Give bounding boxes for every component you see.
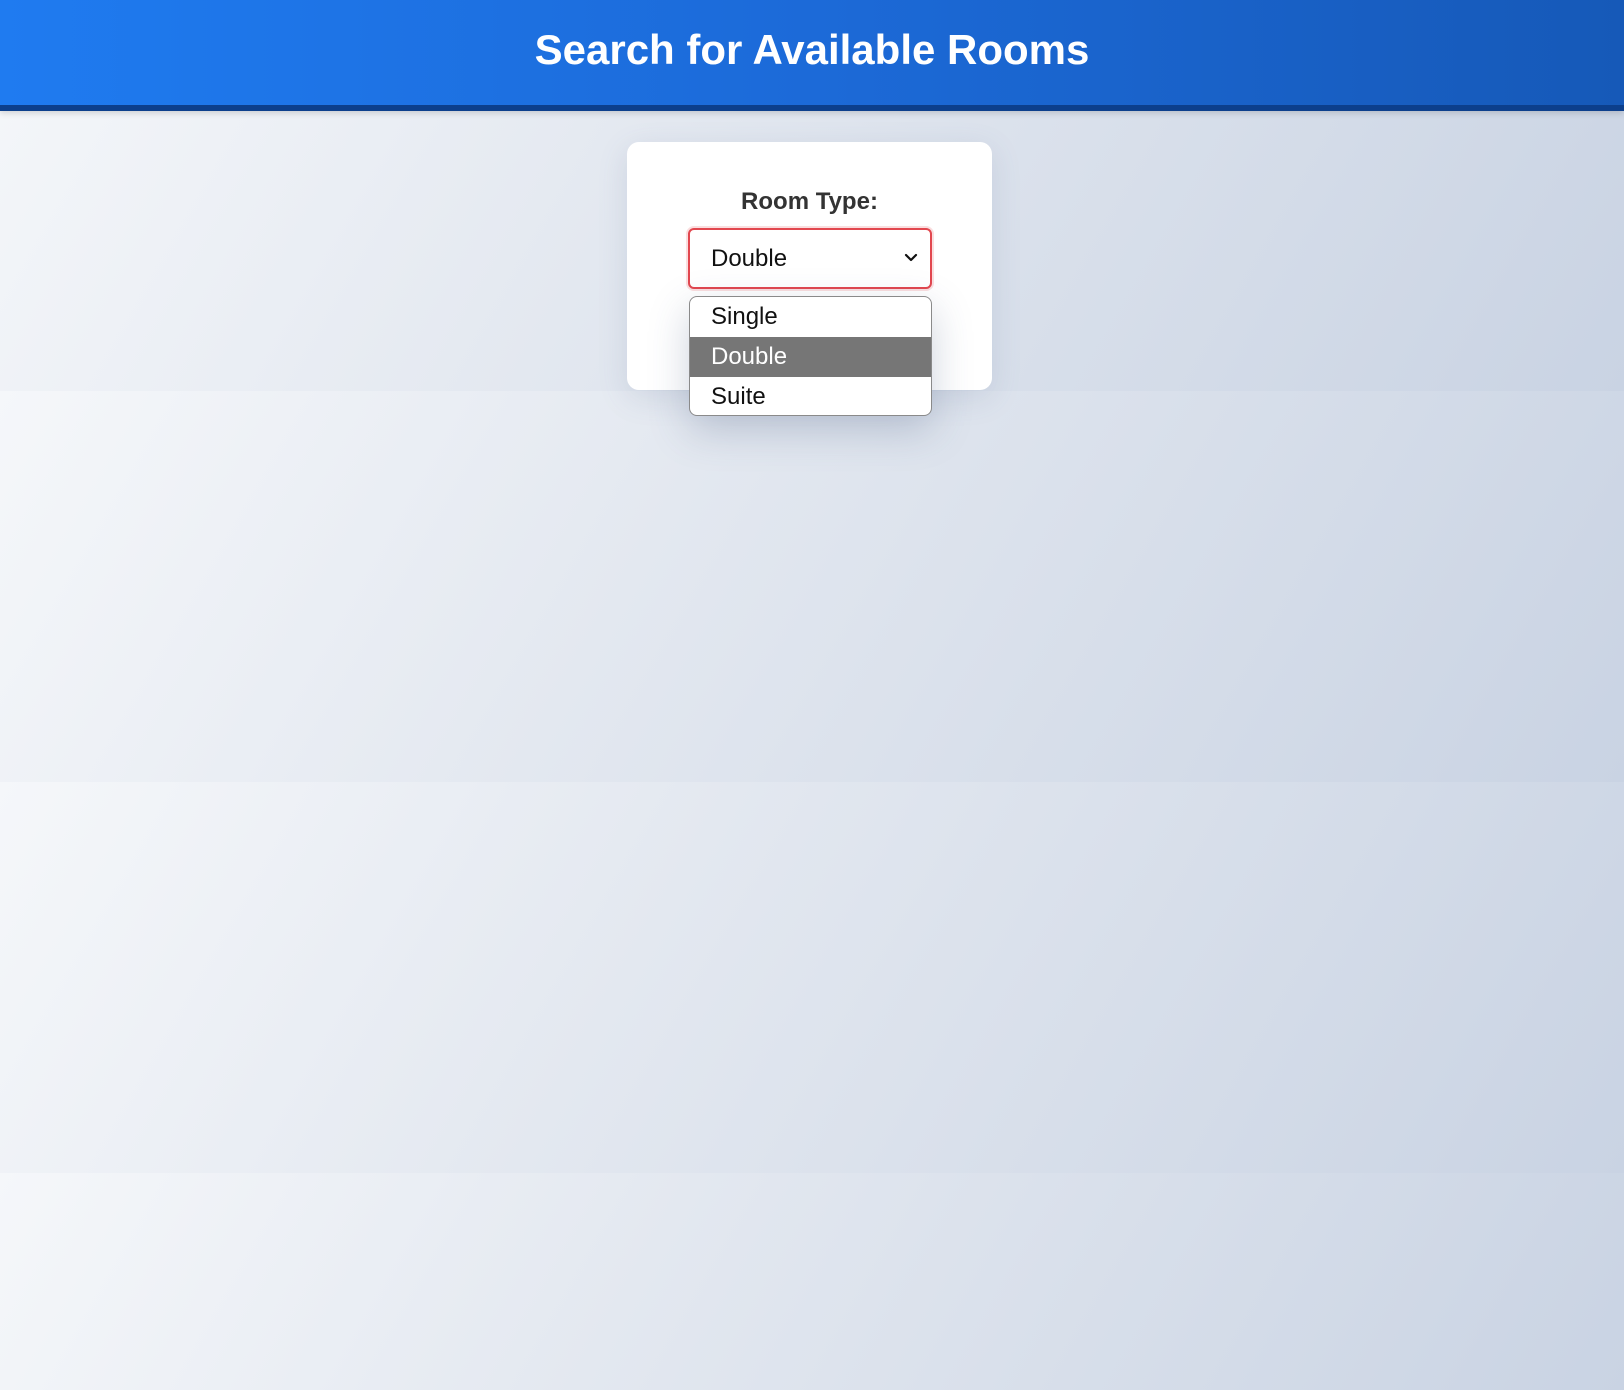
background-band	[0, 391, 1624, 782]
page-header: Search for Available Rooms	[0, 0, 1624, 111]
option-single[interactable]: Single	[690, 297, 931, 337]
option-suite[interactable]: Suite	[690, 377, 931, 415]
chevron-down-icon	[904, 253, 918, 262]
room-type-selected-value: Double	[711, 244, 788, 272]
background-band	[0, 1173, 1624, 1390]
room-type-label: Room Type:	[741, 188, 878, 215]
option-double[interactable]: Double	[690, 337, 931, 377]
background-band	[0, 782, 1624, 1173]
room-type-options-list: Single Double Suite	[689, 296, 932, 416]
room-type-select[interactable]: Double	[688, 228, 932, 289]
page-title: Search for Available Rooms	[534, 25, 1090, 73]
